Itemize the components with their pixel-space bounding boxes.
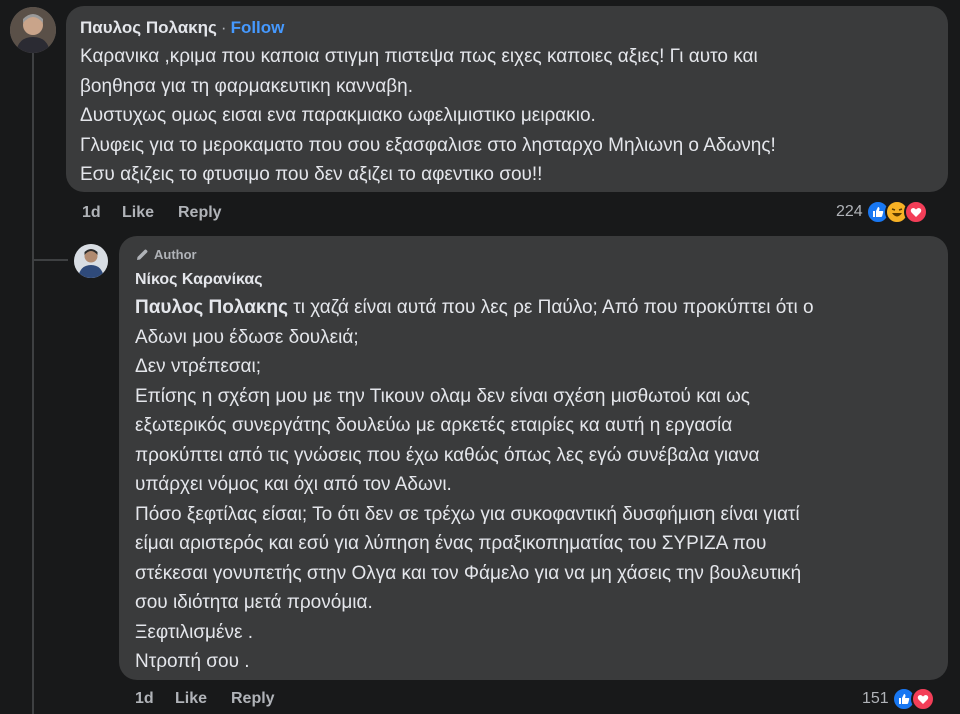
love-icon <box>903 200 928 224</box>
comment-line: Αδωνι μου έδωσε δουλειά; <box>135 326 359 348</box>
comment-header: Παυλος Πολακης · Follow <box>80 16 934 40</box>
comment-line: Πόσο ξεφτίλας είσαι; Το ότι δεν σε τρέχω… <box>135 503 800 525</box>
reaction-summary[interactable]: 151 <box>862 687 935 711</box>
reply-header: Νίκος Καρανίκας <box>135 269 934 291</box>
like-button[interactable]: Like <box>122 204 178 222</box>
reaction-count: 151 <box>862 690 889 707</box>
thread-line-branch <box>32 259 68 261</box>
comment-author-name[interactable]: Νίκος Καρανίκας <box>135 271 263 288</box>
love-icon <box>910 687 935 711</box>
comment-line: εξωτερικός συνεργάτης δουλεύω με αρκετές… <box>135 415 733 436</box>
reaction-count: 224 <box>836 203 863 220</box>
comment-line: Επίσης η σχέση μου με την Τικουν ολαμ δε… <box>135 385 750 407</box>
avatar[interactable] <box>10 7 56 53</box>
comment-time[interactable]: 1d <box>135 690 175 708</box>
comment-line: βοηθησα για τη φαρμακευτικη κανναβη. <box>80 75 414 97</box>
comment-line: Ντροπή σου . <box>135 651 250 672</box>
comment-line: Δυστυχως ομως εισαι ενα παρακμιακο ωφελι… <box>80 105 596 126</box>
comment-line: προκύπτει από τις γνώσεις που έχω καθώς … <box>135 444 760 466</box>
comment-bubble: Παυλος Πολακης · Follow Καρανικα ,κριμα πο… <box>66 6 948 192</box>
reply-button[interactable]: Reply <box>178 204 222 222</box>
comment-line: Εσυ αξιζεις το φτυσιμο που δεν αξιζει το… <box>80 164 543 185</box>
separator-dot: · <box>220 18 227 37</box>
comment-line-text: τι χαζά είναι αυτά που λες ρε Παύλο; Από… <box>287 297 814 318</box>
thread-line-vertical <box>32 52 34 714</box>
comment-line: Δεν ντρέπεσαι; <box>135 356 262 377</box>
author-badge-label: Author <box>154 247 197 262</box>
comment-time[interactable]: 1d <box>82 204 122 222</box>
reaction-summary[interactable]: 224 <box>836 200 928 224</box>
pencil-icon <box>137 249 148 260</box>
comment-line: στέκεσαι γονυπετής στην Ολγα και τον Φάμ… <box>135 562 802 584</box>
comment-line: Ξεφτιλισμένε . <box>135 621 253 643</box>
mention-link[interactable]: Παυλος Πολακης <box>135 297 288 318</box>
comment-actions: 1d Like Reply <box>82 204 222 222</box>
comment-line: Καρανικα ,κριμα που καποια στιγμη πιστεψ… <box>80 46 758 67</box>
avatar[interactable] <box>74 244 108 278</box>
reply-actions: 1d Like Reply <box>135 690 275 708</box>
like-button[interactable]: Like <box>175 690 231 708</box>
follow-button[interactable]: Follow <box>231 18 285 37</box>
comment-line: υπάρχει νόμος και όχι από τον Αδωνι. <box>135 474 452 495</box>
comment-text: Καρανικα ,κριμα που καποια στιγμη πιστεψ… <box>80 42 934 190</box>
comment-line: σου ιδιότητα μετά προνόμια. <box>135 592 373 613</box>
comment-author-name[interactable]: Παυλος Πολακης <box>80 18 217 37</box>
comment-line: Γλυφεις για το μεροκαματο που σου εξασφα… <box>80 134 776 156</box>
comment-line: είμαι αριστερός και εσύ για λύπηση ένας … <box>135 533 767 554</box>
reply-bubble: Author Νίκος Καρανίκας Παυλος Πολακης τι… <box>119 236 948 680</box>
reply-text: Παυλος Πολακης τι χαζά είναι αυτά που λε… <box>135 293 934 677</box>
comment-line: Παυλος Πολακης τι χαζά είναι αυτά που λε… <box>135 293 934 323</box>
reply-button[interactable]: Reply <box>231 690 275 708</box>
author-badge: Author <box>135 247 197 262</box>
